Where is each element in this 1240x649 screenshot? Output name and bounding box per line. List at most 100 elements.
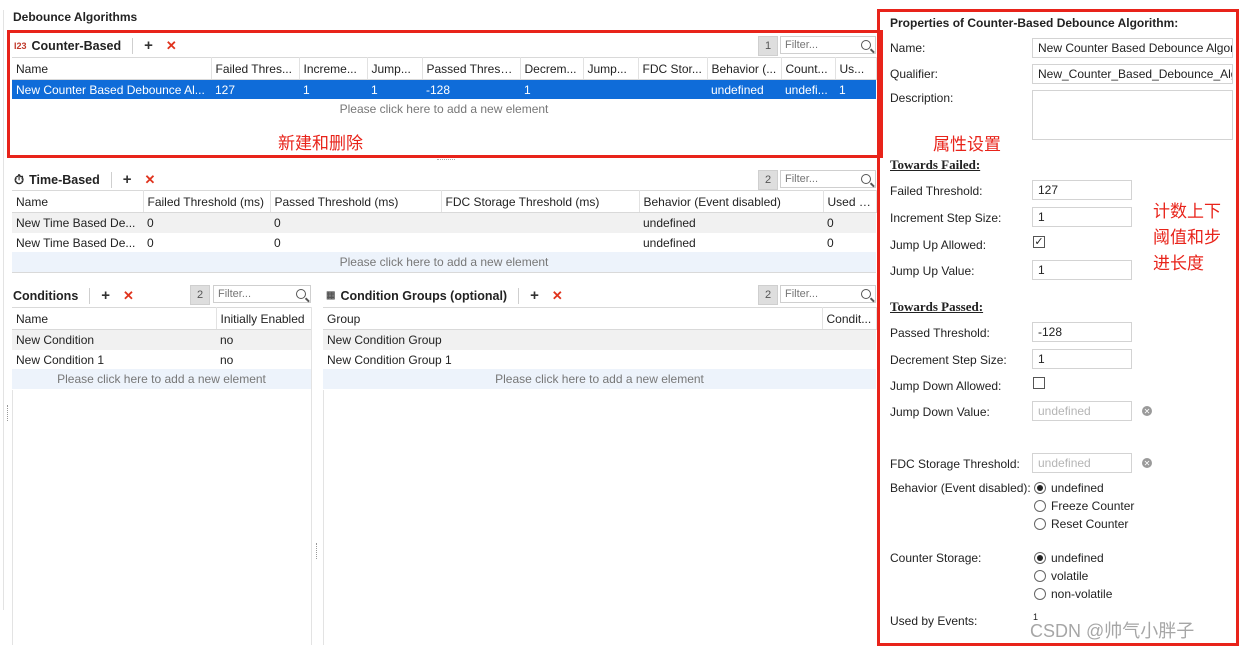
- groups-column-header[interactable]: Condit...: [822, 307, 877, 330]
- clear-icon[interactable]: ✕: [1142, 458, 1152, 468]
- add-time-button[interactable]: +: [123, 171, 132, 188]
- time-table-cell[interactable]: [441, 212, 639, 233]
- time-filter[interactable]: [780, 170, 876, 188]
- time-filter-input[interactable]: [785, 173, 845, 185]
- storage-option[interactable]: non-volatile: [1034, 585, 1112, 603]
- groups-filter-input[interactable]: [785, 288, 845, 300]
- counter-note-2: 阈值和步: [1153, 228, 1221, 247]
- groups-count-badge: 2: [758, 285, 778, 305]
- time-table-cell[interactable]: undefined: [639, 212, 823, 233]
- conditions-column-header[interactable]: Initially Enabled: [216, 307, 312, 330]
- conditions-table-row[interactable]: New Condition no: [12, 329, 311, 350]
- time-table-cell[interactable]: 0: [143, 233, 270, 253]
- name-field[interactable]: New Counter Based Debounce Algori: [1032, 38, 1233, 58]
- radio-button[interactable]: [1034, 500, 1046, 512]
- groups-filter[interactable]: [780, 285, 876, 303]
- description-field[interactable]: [1032, 90, 1233, 140]
- conditions-column-header[interactable]: Name: [12, 307, 217, 330]
- radio-button[interactable]: [1034, 482, 1046, 494]
- add-group-button[interactable]: +: [530, 287, 539, 304]
- conditions-section-title: Conditions: [13, 288, 79, 303]
- clear-icon[interactable]: ✕: [1142, 406, 1152, 416]
- qualifier-field[interactable]: New_Counter_Based_Debounce_Algo: [1032, 64, 1233, 84]
- behavior-option[interactable]: Reset Counter: [1034, 515, 1134, 533]
- time-table-cell[interactable]: New Time Based De...: [12, 212, 143, 233]
- failed-threshold-field[interactable]: 127: [1032, 180, 1132, 200]
- time-table-cell[interactable]: undefined: [639, 233, 823, 253]
- time-count-badge: 2: [758, 170, 778, 190]
- behavior-label: Behavior (Event disabled):: [890, 481, 1031, 495]
- time-column-header[interactable]: Failed Threshold (ms): [143, 190, 271, 213]
- jump-down-allowed-label: Jump Down Allowed:: [890, 379, 1002, 393]
- conditions-table-cell[interactable]: New Condition 1: [12, 350, 216, 370]
- groups-table-row[interactable]: New Condition Group: [323, 329, 876, 350]
- jump-up-allowed-checkbox[interactable]: ✓: [1033, 236, 1045, 248]
- radio-button[interactable]: [1034, 518, 1046, 530]
- conditions-filter-input[interactable]: [218, 288, 278, 300]
- behavior-option-label: Reset Counter: [1051, 517, 1129, 531]
- increment-step-field[interactable]: 1: [1032, 207, 1132, 227]
- time-table-row[interactable]: New Time Based De... 0 0 undefined 0: [12, 233, 876, 253]
- time-table-cell[interactable]: 0: [270, 233, 441, 253]
- fdc-storage-label: FDC Storage Threshold:: [890, 457, 1020, 471]
- radio-button[interactable]: [1034, 588, 1046, 600]
- time-add-row[interactable]: Please click here to add a new element: [12, 252, 876, 272]
- storage-option-label: undefined: [1051, 551, 1104, 565]
- conditions-table-cell[interactable]: no: [216, 329, 311, 350]
- time-table-cell[interactable]: [441, 233, 639, 253]
- groups-table-row[interactable]: New Condition Group 1: [323, 350, 876, 370]
- groups-table-cell[interactable]: [822, 350, 876, 370]
- time-column-header[interactable]: Behavior (Event disabled): [639, 190, 824, 213]
- conditions-table: Name Initially Enabled New Condition no New…: [12, 307, 312, 370]
- time-table-row[interactable]: New Time Based De... 0 0 undefined 0: [12, 212, 876, 233]
- groups-border-left: [323, 390, 324, 645]
- delete-condition-button[interactable]: ✕: [123, 288, 134, 304]
- time-column-header[interactable]: FDC Storage Threshold (ms): [441, 190, 640, 213]
- stopwatch-icon: ⏱: [14, 171, 25, 187]
- time-table-cell[interactable]: 0: [823, 212, 876, 233]
- splitter-handle[interactable]: [437, 159, 455, 162]
- groups-section-header: ▦ Condition Groups (optional) + ✕: [326, 287, 563, 304]
- jump-down-value-field: undefined: [1032, 401, 1132, 421]
- jump-down-allowed-checkbox[interactable]: [1033, 377, 1045, 389]
- passed-threshold-field[interactable]: -128: [1032, 322, 1132, 342]
- time-table-cell[interactable]: 0: [143, 212, 270, 233]
- groups-table-cell[interactable]: [822, 329, 876, 350]
- delete-group-button[interactable]: ✕: [552, 288, 563, 304]
- middle-resize-handle[interactable]: [316, 543, 319, 559]
- conditions-filter[interactable]: [213, 285, 311, 303]
- groups-table-cell[interactable]: New Condition Group 1: [323, 350, 822, 370]
- time-column-header[interactable]: Name: [12, 190, 144, 213]
- time-table-cell[interactable]: 0: [270, 212, 441, 233]
- delete-time-button[interactable]: ✕: [145, 172, 156, 188]
- counter-note-1: 计数上下: [1153, 202, 1221, 221]
- time-table-cell[interactable]: 0: [823, 233, 876, 253]
- time-column-header[interactable]: Used by: [823, 190, 877, 213]
- search-icon: [861, 289, 871, 299]
- jump-down-value-label: Jump Down Value:: [890, 405, 990, 419]
- add-condition-button[interactable]: +: [101, 287, 110, 304]
- conditions-add-row[interactable]: Please click here to add a new element: [12, 369, 311, 389]
- create-delete-note: 新建和删除: [278, 134, 363, 153]
- radio-button[interactable]: [1034, 570, 1046, 582]
- behavior-option-label: undefined: [1051, 481, 1104, 495]
- groups-add-row[interactable]: Please click here to add a new element: [323, 369, 876, 389]
- conditions-table-cell[interactable]: New Condition: [12, 329, 216, 350]
- groups-table-cell[interactable]: New Condition Group: [323, 329, 822, 350]
- time-column-header[interactable]: Passed Threshold (ms): [270, 190, 442, 213]
- time-table-cell[interactable]: New Time Based De...: [12, 233, 143, 253]
- conditions-table-cell[interactable]: no: [216, 350, 311, 370]
- behavior-option[interactable]: undefined: [1034, 479, 1134, 497]
- decrement-step-field[interactable]: 1: [1032, 349, 1132, 369]
- groups-column-header[interactable]: Group: [323, 307, 823, 330]
- storage-option[interactable]: undefined: [1034, 549, 1112, 567]
- name-label: Name:: [890, 41, 926, 55]
- behavior-option[interactable]: Freeze Counter: [1034, 497, 1134, 515]
- radio-button[interactable]: [1034, 552, 1046, 564]
- jump-up-allowed-label: Jump Up Allowed:: [890, 238, 987, 252]
- jump-up-value-field[interactable]: 1: [1032, 260, 1132, 280]
- storage-option[interactable]: volatile: [1034, 567, 1112, 585]
- left-resize-handle[interactable]: [7, 405, 10, 421]
- conditions-table-row[interactable]: New Condition 1 no: [12, 350, 311, 370]
- properties-note: 属性设置: [933, 135, 1001, 154]
